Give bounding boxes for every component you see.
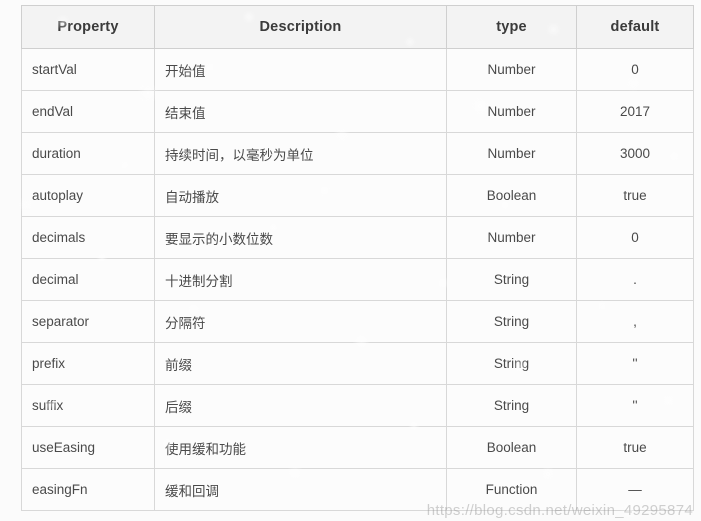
cell-default: true <box>576 426 694 469</box>
cell-description: 前缀 <box>154 342 447 385</box>
properties-table: Property Description type default startV… <box>21 5 694 511</box>
cell-default: . <box>576 258 694 301</box>
cell-type: Number <box>446 216 577 259</box>
cell-type: String <box>446 258 577 301</box>
cell-description: 结束值 <box>154 90 447 133</box>
column-header-property: Property <box>21 5 155 49</box>
column-header-type: type <box>446 5 577 49</box>
cell-description: 自动播放 <box>154 174 447 217</box>
cell-type: Function <box>446 468 577 511</box>
cell-property: suffix <box>21 384 155 427</box>
cell-default: 0 <box>576 216 694 259</box>
page-root: Property Description type default startV… <box>0 0 701 521</box>
cell-description: 后缀 <box>154 384 447 427</box>
cell-default: 2017 <box>576 90 694 133</box>
cell-description: 缓和回调 <box>154 468 447 511</box>
table-header: Property Description type default <box>21 5 694 49</box>
table-row: decimals 要显示的小数位数 Number 0 <box>21 216 694 259</box>
table-body: startVal 开始值 Number 0 endVal 结束值 Number 2017 dur… <box>21 48 694 511</box>
table-row: endVal 结束值 Number 2017 <box>21 90 694 133</box>
table-row: prefix 前缀 String '' <box>21 342 694 385</box>
cell-default: '' <box>576 384 694 427</box>
table-row: easingFn 缓和回调 Function — <box>21 468 694 511</box>
table-row: separator 分隔符 String, <box>21 300 694 343</box>
cell-type: Boolean <box>446 174 577 217</box>
cell-type: Boolean <box>446 426 577 469</box>
cell-type: String <box>446 342 577 385</box>
cell-type: Number <box>446 132 577 175</box>
cell-property: prefix <box>21 342 155 385</box>
cell-type: String <box>446 384 577 427</box>
cell-property: endVal <box>21 90 155 133</box>
cell-default: true <box>576 174 694 217</box>
cell-property: easingFn <box>21 468 155 511</box>
cell-default: , <box>576 300 694 343</box>
cell-type: Number <box>446 48 577 91</box>
cell-type: Number <box>446 90 577 133</box>
column-header-description: Description <box>154 5 447 49</box>
cell-description: 开始值 <box>154 48 447 91</box>
cell-default: '' <box>576 342 694 385</box>
table-row: decimal 十进制分割 String. <box>21 258 694 301</box>
cell-property: decimals <box>21 216 155 259</box>
cell-description: 要显示的小数位数 <box>154 216 447 259</box>
cell-description: 分隔符 <box>154 300 447 343</box>
table-row: duration 持续时间，以毫秒为单位 Number 3000 <box>21 132 694 175</box>
cell-property: duration <box>21 132 155 175</box>
cell-default: 3000 <box>576 132 694 175</box>
table-row: useEasing 使用缓和功能 Boolean true <box>21 426 694 469</box>
cell-property: decimal <box>21 258 155 301</box>
column-header-default: default <box>576 5 694 49</box>
cell-default: — <box>576 468 694 511</box>
cell-property: autoplay <box>21 174 155 217</box>
cell-default: 0 <box>576 48 694 91</box>
table-row: autoplay 自动播放 Boolean true <box>21 174 694 217</box>
properties-table-container: Property Description type default startV… <box>21 5 694 511</box>
cell-property: startVal <box>21 48 155 91</box>
cell-type: String <box>446 300 577 343</box>
cell-description: 使用缓和功能 <box>154 426 447 469</box>
cell-property: separator <box>21 300 155 343</box>
table-header-row: Property Description type default <box>21 5 694 49</box>
table-row: startVal 开始值 Number 0 <box>21 48 694 91</box>
table-row: suffix 后缀 String '' <box>21 384 694 427</box>
cell-property: useEasing <box>21 426 155 469</box>
cell-description: 十进制分割 <box>154 258 447 301</box>
cell-description: 持续时间，以毫秒为单位 <box>154 132 447 175</box>
